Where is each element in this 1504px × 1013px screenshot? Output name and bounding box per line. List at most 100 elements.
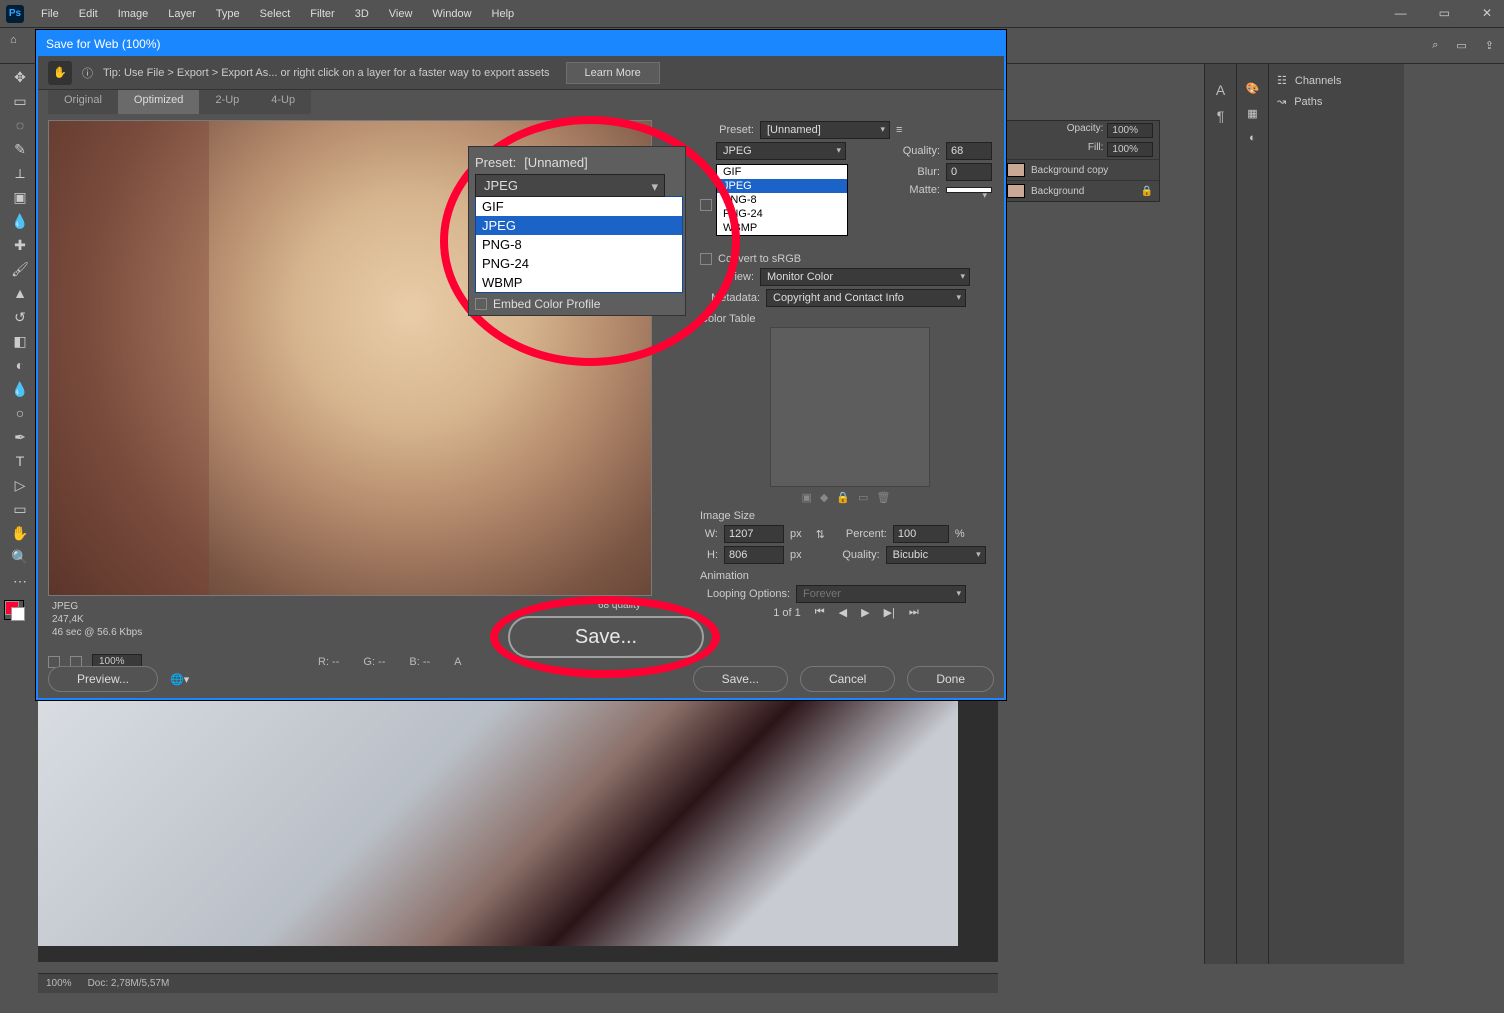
eyedropper-tool-icon[interactable]: 💧 (7, 210, 33, 232)
hand-icon[interactable]: ✋ (48, 61, 72, 85)
w-input[interactable]: 1207 (724, 525, 784, 543)
zoom-format-dropdown[interactable]: GIF JPEG PNG-8 PNG-24 WBMP (475, 196, 683, 293)
menu-layer[interactable]: Layer (159, 4, 205, 24)
zoom-opt-png8[interactable]: PNG-8 (476, 235, 682, 254)
metadata-select[interactable]: Copyright and Contact Info (766, 289, 966, 307)
format-option-jpeg[interactable]: JPEG (717, 179, 847, 193)
tab-original[interactable]: Original (48, 90, 118, 114)
swatches-icon[interactable]: ▦ (1247, 107, 1257, 120)
preset-select[interactable]: [Unnamed] (760, 121, 890, 139)
channels-tab[interactable]: ☷Channels (1275, 70, 1398, 91)
resample-select[interactable]: Bicubic (886, 546, 986, 564)
menu-filter[interactable]: Filter (301, 4, 343, 24)
dodge-tool-icon[interactable]: ○ (7, 402, 33, 424)
menu-help[interactable]: Help (483, 4, 524, 24)
tab-optimized[interactable]: Optimized (118, 90, 200, 114)
color-swatches[interactable] (4, 600, 34, 620)
format-select[interactable]: JPEG (716, 142, 846, 160)
color-icon[interactable]: 🎨 (1246, 82, 1260, 95)
menu-edit[interactable]: Edit (70, 4, 107, 24)
save-button[interactable]: Save... (693, 666, 788, 692)
brush-tool-icon[interactable]: 🖌 (7, 258, 33, 280)
eraser-tool-icon[interactable]: ◧ (7, 330, 33, 352)
blur-tool-icon[interactable]: 💧 (7, 378, 33, 400)
format-option-gif[interactable]: GIF (717, 165, 847, 179)
status-zoom[interactable]: 100% (46, 978, 72, 989)
preview-button[interactable]: Preview... (48, 666, 158, 692)
layers-panel[interactable]: Opacity: 100% Fill: 100% Background copy… (1000, 120, 1160, 202)
ct-icon[interactable]: ▭ (858, 491, 868, 504)
ct-icon[interactable]: ▣ (802, 491, 812, 504)
tab-2up[interactable]: 2-Up (199, 90, 255, 114)
type-tool-icon[interactable]: T (7, 450, 33, 472)
quality-input[interactable]: 68 (946, 142, 992, 160)
menu-view[interactable]: View (380, 4, 422, 24)
window-minimize[interactable]: — (1389, 4, 1413, 22)
zoom-embed-checkbox[interactable] (475, 298, 487, 310)
crop-tool-icon[interactable]: ⟂ (7, 162, 33, 184)
quickselect-tool-icon[interactable]: ✎ (7, 138, 33, 160)
hand-tool-icon[interactable]: ✋ (7, 522, 33, 544)
tab-4up[interactable]: 4-Up (255, 90, 311, 114)
percent-input[interactable]: 100 (893, 525, 949, 543)
window-maximize[interactable]: ▭ (1433, 4, 1456, 22)
zoom-opt-wbmp[interactable]: WBMP (476, 273, 682, 292)
ct-icon[interactable]: 🔒 (836, 491, 850, 504)
arrange-icon[interactable]: ▭ (1456, 39, 1466, 52)
shape-tool-icon[interactable]: ▭ (7, 498, 33, 520)
heal-tool-icon[interactable]: ✚ (7, 234, 33, 256)
zoom-opt-gif[interactable]: GIF (476, 197, 682, 216)
history-brush-icon[interactable]: ↺ (7, 306, 33, 328)
layer-row[interactable]: Background copy (1001, 159, 1159, 180)
opacity-value[interactable]: 100% (1107, 123, 1153, 138)
character-icon[interactable]: A (1216, 82, 1225, 98)
big-save-button[interactable]: Save... (508, 616, 704, 658)
menu-image[interactable]: Image (109, 4, 158, 24)
ct-icon[interactable]: 🗑 (877, 491, 891, 504)
paragraph-icon[interactable]: ¶ (1217, 108, 1225, 124)
paths-tab[interactable]: ↝Paths (1275, 91, 1398, 112)
path-select-icon[interactable]: ▷ (7, 474, 33, 496)
h-input[interactable]: 806 (724, 546, 784, 564)
menu-window[interactable]: Window (423, 4, 480, 24)
menu-select[interactable]: Select (251, 4, 300, 24)
zoom-format-select[interactable]: JPEG (475, 174, 665, 197)
lasso-tool-icon[interactable]: ◌ (7, 114, 33, 136)
blur-input[interactable]: 0 (946, 163, 992, 181)
anim-last-icon[interactable]: ⏭ (909, 606, 919, 619)
stamp-tool-icon[interactable]: ▲ (7, 282, 33, 304)
ct-icon[interactable]: ◆ (820, 491, 828, 504)
menu-3d[interactable]: 3D (346, 4, 378, 24)
browser-icon[interactable]: 🌐▾ (170, 673, 189, 686)
window-close[interactable]: ✕ (1476, 4, 1498, 22)
zoom-opt-jpeg[interactable]: JPEG (476, 216, 682, 235)
color-table[interactable] (770, 327, 930, 487)
anim-next-icon[interactable]: ▶| (884, 606, 895, 619)
layer-row[interactable]: Background🔒 (1001, 180, 1159, 201)
fill-value[interactable]: 100% (1107, 142, 1153, 157)
home-icon[interactable]: ⌂ (10, 34, 17, 46)
more-tools-icon[interactable]: ⋯ (7, 570, 33, 592)
adjust-icon[interactable]: ◐ (1249, 132, 1256, 144)
zoom-tool-icon[interactable]: 🔍 (7, 546, 33, 568)
anim-play-icon[interactable]: ▶ (861, 606, 869, 619)
anim-prev-icon[interactable]: ◀ (839, 606, 847, 619)
format-option-png8[interactable]: PNG-8 (717, 193, 847, 207)
move-tool-icon[interactable]: ✥ (7, 66, 33, 88)
menu-file[interactable]: File (32, 4, 68, 24)
frame-tool-icon[interactable]: ▣ (7, 186, 33, 208)
learn-more-button[interactable]: Learn More (566, 62, 660, 84)
link-icon[interactable]: ⇅ (816, 528, 825, 541)
done-button[interactable]: Done (907, 666, 994, 692)
zoom-opt-png24[interactable]: PNG-24 (476, 254, 682, 273)
marquee-tool-icon[interactable]: ▭ (7, 90, 33, 112)
menu-type[interactable]: Type (207, 4, 249, 24)
anim-first-icon[interactable]: ⏮ (815, 606, 825, 619)
gradient-tool-icon[interactable]: ◐ (7, 354, 33, 376)
matte-color[interactable] (946, 187, 992, 193)
previewspace-select[interactable]: Monitor Color (760, 268, 970, 286)
pen-tool-icon[interactable]: ✒ (7, 426, 33, 448)
preset-menu-icon[interactable]: ≡ (896, 124, 902, 136)
cancel-button[interactable]: Cancel (800, 666, 895, 692)
search-icon[interactable]: ⌕ (1432, 39, 1438, 52)
